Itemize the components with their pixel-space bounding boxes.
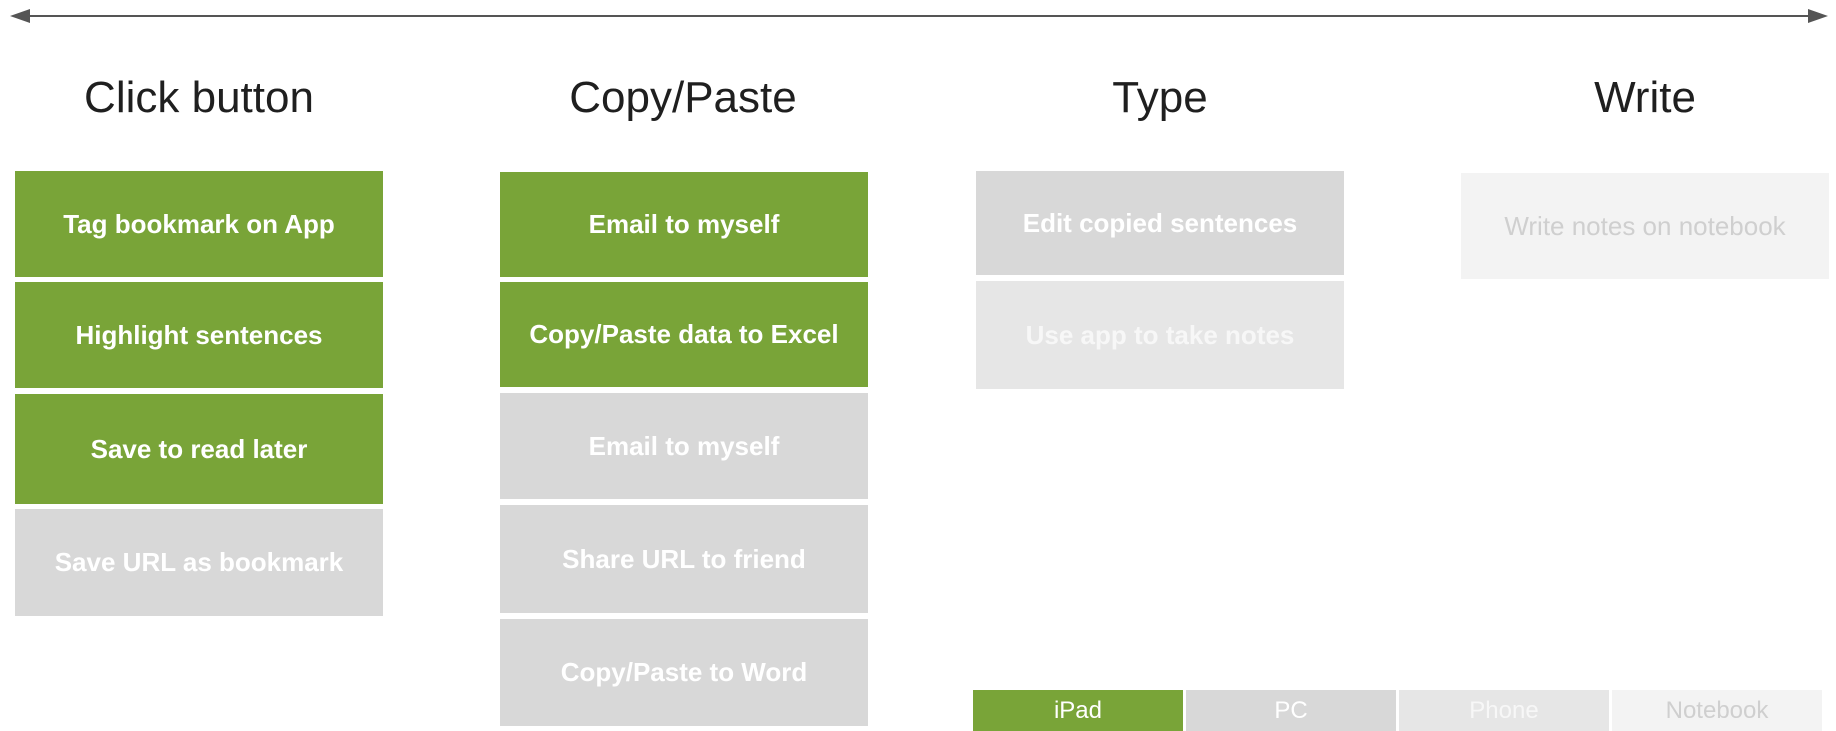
card-share-url-to-friend: Share URL to friend: [500, 505, 868, 613]
card-use-app-to-take-notes: Use app to take notes: [976, 281, 1344, 389]
legend-item-phone: Phone: [1399, 690, 1609, 731]
card-edit-copied-sentences: Edit copied sentences: [976, 171, 1344, 275]
axis-arrowhead-left: [10, 9, 30, 23]
card-highlight-sentences: Highlight sentences: [15, 282, 383, 388]
card-copy-paste-data-to-excel: Copy/Paste data to Excel: [500, 282, 868, 387]
legend-item-notebook: Notebook: [1612, 690, 1822, 731]
card-email-to-myself: Email to myself: [500, 172, 868, 277]
legend-item-ipad: iPad: [973, 690, 1183, 731]
card-save-to-read-later: Save to read later: [15, 394, 383, 504]
column-title-copy-paste: Copy/Paste: [569, 73, 797, 122]
column-title-click-button: Click button: [84, 73, 314, 122]
card-email-to-myself-gray: Email to myself: [500, 393, 868, 499]
card-copy-paste-to-word: Copy/Paste to Word: [500, 619, 868, 726]
column-title-write: Write: [1594, 73, 1696, 122]
axis-arrowhead-right: [1808, 9, 1828, 23]
card-write-notes-on-notebook: Write notes on notebook: [1461, 173, 1829, 279]
axis-arrow: [10, 9, 1828, 23]
column-title-type: Type: [1112, 73, 1208, 122]
card-tag-bookmark-on-app: Tag bookmark on App: [15, 171, 383, 277]
card-save-url-as-bookmark: Save URL as bookmark: [15, 509, 383, 616]
legend-item-pc: PC: [1186, 690, 1396, 731]
